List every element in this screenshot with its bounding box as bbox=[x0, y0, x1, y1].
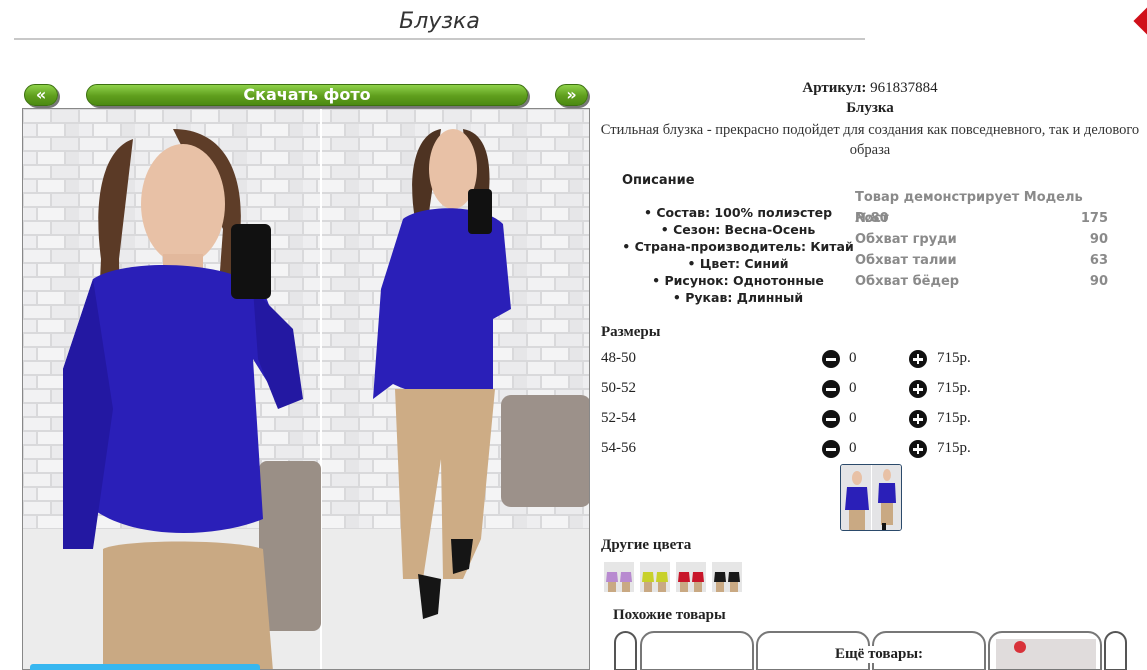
model-row-value: 175 bbox=[1080, 211, 1108, 226]
size-row: 48-50 0 715р. bbox=[601, 348, 1001, 370]
size-label: 50-52 bbox=[601, 380, 636, 396]
product-main-photo[interactable] bbox=[22, 108, 590, 670]
model-row-value: 90 bbox=[1089, 232, 1108, 247]
other-colors-heading: Другие цвета bbox=[601, 537, 692, 553]
quantity-value: 0 bbox=[849, 440, 857, 456]
page-title: Блузка bbox=[14, 8, 865, 40]
model-row-label: Обхват талии bbox=[855, 253, 957, 268]
quantity-value: 0 bbox=[849, 350, 857, 366]
property-item: Цвет: Синий bbox=[618, 255, 858, 272]
color-variant-thumbnail[interactable] bbox=[640, 562, 670, 592]
product-photo-illustration bbox=[23, 109, 589, 669]
model-row: Обхват бёдер 90 bbox=[855, 271, 1108, 292]
size-price: 715р. bbox=[937, 350, 971, 366]
property-item: Сезон: Весна-Осень bbox=[618, 221, 858, 238]
size-price: 715р. bbox=[937, 440, 971, 456]
article-label: Артикул: bbox=[802, 80, 867, 96]
size-row: 52-54 0 715р. bbox=[601, 408, 1001, 430]
decrease-quantity-button[interactable] bbox=[822, 380, 840, 398]
quantity-value: 0 bbox=[849, 380, 857, 396]
similar-product-card[interactable] bbox=[988, 631, 1102, 670]
similar-next-button[interactable] bbox=[1104, 631, 1127, 670]
model-heading: Товар демонстрирует Модель №80 bbox=[855, 187, 1108, 226]
decrease-quantity-button[interactable] bbox=[822, 410, 840, 428]
color-variant-image bbox=[604, 562, 634, 592]
model-heading-text: Товар демонстрирует Модель №80 bbox=[855, 190, 1083, 226]
size-label: 48-50 bbox=[601, 350, 636, 366]
sizes-heading: Размеры bbox=[601, 324, 661, 340]
color-variant-image bbox=[712, 562, 742, 592]
model-row-label: Обхват груди bbox=[855, 232, 957, 247]
similar-product-card[interactable] bbox=[640, 631, 754, 670]
increase-quantity-button[interactable] bbox=[909, 440, 927, 458]
model-measurements: Товар демонстрирует Модель №80 Рост 175 О… bbox=[855, 187, 1108, 292]
property-item: Рукав: Длинный bbox=[618, 289, 858, 306]
decrease-quantity-button[interactable] bbox=[822, 350, 840, 368]
close-icon[interactable] bbox=[1133, 5, 1147, 37]
color-variant-thumbnail[interactable] bbox=[604, 562, 634, 592]
size-row: 54-56 0 715р. bbox=[601, 438, 1001, 460]
model-row-value: 63 bbox=[1089, 253, 1108, 268]
property-item: Состав: 100% полиэстер bbox=[618, 204, 858, 221]
model-row: Рост 175 bbox=[855, 208, 1108, 229]
color-variant-image bbox=[640, 562, 670, 592]
gallery-next-button[interactable]: » bbox=[555, 84, 588, 106]
article-line: Артикул: 961837884 bbox=[600, 80, 1140, 97]
model-row: Обхват талии 63 bbox=[855, 250, 1108, 271]
size-label: 52-54 bbox=[601, 410, 636, 426]
similar-product-image bbox=[996, 639, 1096, 669]
download-photo-button[interactable]: Скачать фото bbox=[86, 84, 528, 106]
color-variant-thumbnail[interactable] bbox=[712, 562, 742, 592]
model-row-label: Обхват бёдер bbox=[855, 274, 960, 289]
similar-prev-button[interactable] bbox=[614, 631, 637, 670]
photo-scrollbar[interactable] bbox=[30, 664, 260, 670]
similar-products-heading: Похожие товары bbox=[613, 607, 726, 623]
size-price: 715р. bbox=[937, 410, 971, 426]
model-row-value: 90 bbox=[1089, 274, 1108, 289]
increase-quantity-button[interactable] bbox=[909, 410, 927, 428]
properties-list: Состав: 100% полиэстер Сезон: Весна-Осен… bbox=[618, 204, 858, 306]
product-thumbnail[interactable] bbox=[840, 464, 902, 531]
decrease-quantity-button[interactable] bbox=[822, 440, 840, 458]
more-products-heading: Ещё товары: bbox=[833, 646, 926, 663]
quantity-value: 0 bbox=[849, 410, 857, 426]
size-price: 715р. bbox=[937, 380, 971, 396]
description-heading: Описание bbox=[622, 173, 695, 188]
increase-quantity-button[interactable] bbox=[909, 380, 927, 398]
thumbnail-image bbox=[841, 465, 901, 530]
article-value: 961837884 bbox=[870, 80, 938, 96]
product-name: Блузка bbox=[846, 100, 894, 116]
gallery-prev-button[interactable]: « bbox=[24, 84, 58, 106]
property-item: Рисунок: Однотонные bbox=[618, 272, 858, 289]
size-row: 50-52 0 715р. bbox=[601, 378, 1001, 400]
model-row-label: Рост bbox=[855, 211, 889, 226]
color-variant-thumbnail[interactable] bbox=[676, 562, 706, 592]
color-variant-image bbox=[676, 562, 706, 592]
model-row: Обхват груди 90 bbox=[855, 229, 1108, 250]
size-label: 54-56 bbox=[601, 440, 636, 456]
product-description: Стильная блузка - прекрасно подойдет для… bbox=[600, 122, 1140, 158]
increase-quantity-button[interactable] bbox=[909, 350, 927, 368]
property-item: Страна-производитель: Китай bbox=[618, 238, 858, 255]
